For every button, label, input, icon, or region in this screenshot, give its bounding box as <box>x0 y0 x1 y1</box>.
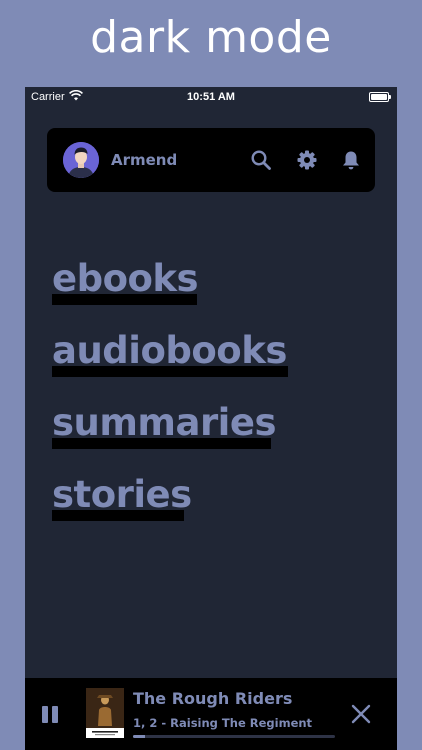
category-audiobooks[interactable]: audiobooks <box>52 329 288 401</box>
category-list: ebooks audiobooks summaries stories <box>52 257 288 545</box>
playback-progress-fill <box>133 735 146 738</box>
category-label: audiobooks <box>52 329 287 372</box>
settings-button[interactable] <box>296 149 318 171</box>
track-title: The Rough Riders <box>133 689 293 708</box>
playback-progress[interactable] <box>133 735 335 738</box>
notifications-button[interactable] <box>340 149 362 171</box>
search-button[interactable] <box>250 149 272 171</box>
category-label: ebooks <box>52 257 199 300</box>
category-label: stories <box>52 473 192 516</box>
header-bar: Armend <box>47 128 375 192</box>
status-bar: Carrier 10:51 AM <box>25 87 397 107</box>
close-player-button[interactable] <box>350 703 372 725</box>
close-icon <box>351 704 371 724</box>
promo-title: dark mode <box>90 12 332 63</box>
bell-icon <box>343 151 359 170</box>
pause-icon <box>52 706 58 723</box>
pause-icon <box>42 706 48 723</box>
clock: 10:51 AM <box>187 91 235 103</box>
battery-icon <box>369 92 391 102</box>
category-label: summaries <box>52 401 277 444</box>
track-chapter: 1, 2 - Raising The Regiment <box>133 716 313 730</box>
book-cover-image <box>86 688 124 738</box>
category-ebooks[interactable]: ebooks <box>52 257 287 329</box>
pause-button[interactable] <box>42 706 60 724</box>
book-cover[interactable] <box>86 688 124 738</box>
search-icon <box>251 150 271 170</box>
avatar[interactable] <box>63 142 99 178</box>
gear-icon <box>297 150 317 170</box>
username[interactable]: Armend <box>111 151 177 169</box>
category-stories[interactable]: stories <box>52 473 287 545</box>
category-summaries[interactable]: summaries <box>52 401 287 473</box>
avatar-person-icon <box>63 142 99 178</box>
phone-screen: Carrier 10:51 AM Armend ebooks audiobook… <box>25 87 397 750</box>
mini-player[interactable]: The Rough Riders 1, 2 - Raising The Regi… <box>25 678 397 750</box>
